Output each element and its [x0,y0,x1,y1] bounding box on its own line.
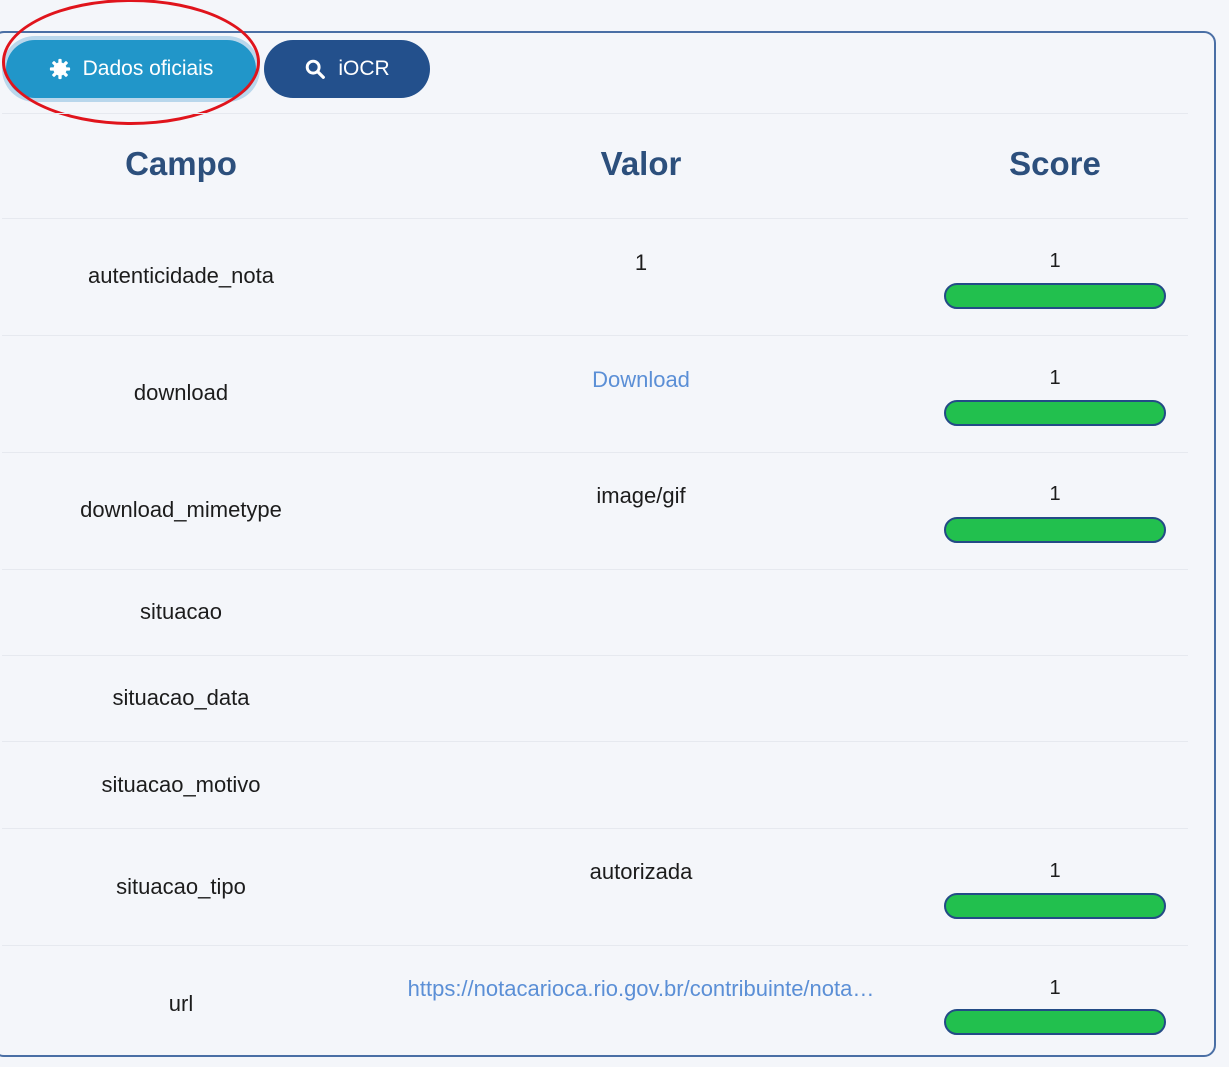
score-bar [944,517,1166,543]
tab-iocr-label: iOCR [338,57,390,80]
cell-valor-link[interactable]: Download [592,367,690,393]
row-divider [2,655,1188,656]
gear-icon [49,58,70,80]
row-divider [2,452,1188,453]
cell-campo: download_mimetype [80,497,282,522]
row-divider [2,569,1188,570]
cell-valor: 1 [634,250,648,275]
cell-score-value: 1 [1049,367,1061,389]
cell-campo: url [168,991,194,1016]
cell-score-value: 1 [1049,483,1061,505]
row-divider [2,218,1188,219]
score-bar [944,893,1166,919]
score-bar [944,1009,1166,1035]
tab-dados-oficiais-label: Dados oficiais [82,57,214,80]
divider [2,113,1188,114]
cell-valor: autorizada [589,859,693,884]
cell-score-value: 1 [1049,977,1061,999]
column-header-campo: Campo [125,145,237,182]
cell-score-value: 1 [1049,860,1061,882]
row-divider [2,335,1188,336]
cell-campo: situacao_data [112,685,250,710]
search-icon [306,59,326,79]
cell-campo: situacao [140,599,222,624]
column-header-score: Score [1009,145,1101,182]
cell-campo: download [133,380,229,405]
score-bar [944,400,1166,426]
row-divider [2,741,1188,742]
cell-campo: situacao_motivo [101,772,261,797]
cell-valor: image/gif [596,483,686,508]
cell-valor-link[interactable]: https://notacarioca.rio.gov.br/contribui… [408,976,875,1002]
score-bar [944,283,1166,309]
tab-iocr[interactable]: iOCR [264,40,430,98]
column-header-valor: Valor [600,145,682,182]
row-divider [2,828,1188,829]
cell-campo: autenticidade_nota [88,263,274,288]
tab-dados-oficiais[interactable]: Dados oficiais [6,40,256,98]
cell-campo: situacao_tipo [116,874,246,899]
tab-bar: Dados oficiais iOCR [6,40,430,98]
row-divider [2,945,1188,946]
cell-score-value: 1 [1049,250,1061,272]
